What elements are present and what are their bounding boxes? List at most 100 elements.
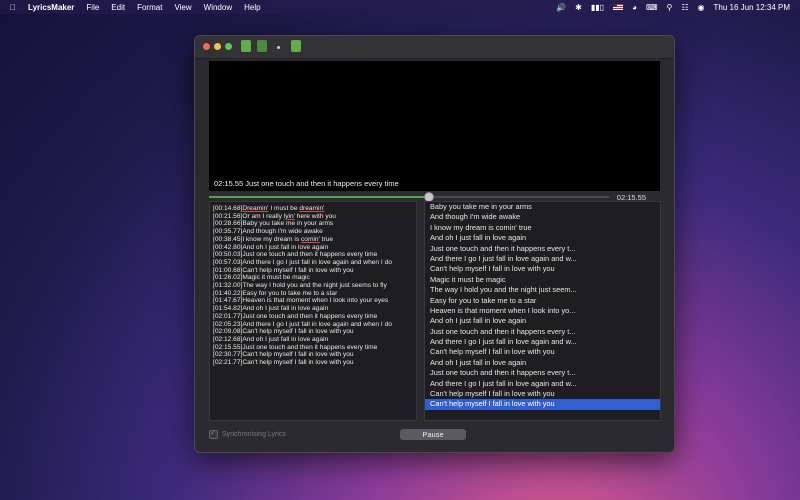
- sync-label: Synchronising Lyrics: [222, 431, 286, 438]
- video-preview: 02:15.55 Just one touch and then it happ…: [209, 61, 660, 191]
- lrc-line[interactable]: [02:01.77]Just one touch and then it hap…: [213, 313, 413, 321]
- search-icon[interactable]: ⚲: [666, 3, 672, 12]
- bluetooth-icon[interactable]: ✱: [575, 3, 582, 12]
- volume-icon[interactable]: 🔊: [556, 3, 566, 12]
- lrc-text: Easy for you to take me to a star: [242, 289, 338, 297]
- menu-view[interactable]: View: [174, 3, 191, 12]
- lrc-line[interactable]: [00:42.80]And oh I just fall in love aga…: [213, 244, 413, 252]
- lrc-timestamp: [02:30.77]: [213, 351, 243, 359]
- lrc-text: Just one touch and then it happens every…: [242, 312, 378, 320]
- control-center-icon[interactable]: ☷: [681, 3, 688, 12]
- lrc-line[interactable]: [01:00.68]Can't help myself I fall in lo…: [213, 267, 413, 275]
- lyric-list-item[interactable]: The way I hold you and the night just se…: [425, 285, 660, 295]
- wifi-icon[interactable]: ◕: [632, 3, 637, 12]
- lrc-line[interactable]: [01:26.02]Magic it must be magic: [213, 274, 413, 282]
- new-document-icon[interactable]: [241, 40, 251, 52]
- minimize-window-button[interactable]: [214, 43, 221, 50]
- lrc-line[interactable]: [00:28.66]Baby you take me in your arms: [213, 220, 413, 228]
- lrc-line[interactable]: [01:54.82]And oh I just fall in love aga…: [213, 305, 413, 313]
- lrc-text: And there I go I just fall in love again…: [242, 258, 392, 266]
- lrc-line[interactable]: [02:30.77]Can't help myself I fall in lo…: [213, 351, 413, 359]
- menu-format[interactable]: Format: [137, 3, 162, 12]
- lyric-list-item[interactable]: Can't help myself I fall in love with yo…: [425, 264, 660, 274]
- lrc-text: Can't help myself I fall in love with yo…: [242, 359, 354, 367]
- lrc-line[interactable]: [00:57.03]And there I go I just fall in …: [213, 259, 413, 267]
- apple-icon[interactable]: : [10, 3, 16, 12]
- lyric-list-item[interactable]: Magic it must be magic: [425, 275, 660, 285]
- lrc-text: Can't help myself I fall in love with yo…: [242, 266, 354, 274]
- lrc-line[interactable]: [00:21.56]Or am I really lyin' here with…: [213, 213, 413, 221]
- lrc-line[interactable]: [00:38.45]I know my dream is comin' true: [213, 236, 413, 244]
- lyric-list-item[interactable]: Heaven is that moment when I look into y…: [425, 306, 660, 316]
- lrc-text: Baby you take me in your arms: [242, 220, 334, 228]
- menu-edit[interactable]: Edit: [111, 3, 125, 12]
- title-bar[interactable]: [195, 36, 674, 59]
- lyric-list-item[interactable]: And oh I just fall in love again: [425, 233, 660, 243]
- lrc-timestamp: [00:57.03]: [213, 258, 243, 266]
- lrc-text: Can't help myself I fall in love with yo…: [242, 328, 354, 336]
- lyric-list-item[interactable]: Can't help myself I fall in love with yo…: [425, 389, 660, 399]
- lrc-editor[interactable]: [00:14.68]Dreamin' I must be dreamin' [00…: [209, 201, 417, 421]
- lyric-list-item[interactable]: Just one touch and then it happens every…: [425, 244, 660, 254]
- clock[interactable]: Thu 16 Jun 12:34 PM: [714, 3, 791, 12]
- menu-window[interactable]: Window: [204, 3, 232, 12]
- lrc-text: And though I'm wide awake: [242, 228, 323, 236]
- lyric-list-item[interactable]: Can't help myself I fall in love with yo…: [425, 347, 660, 357]
- lrc-line[interactable]: [00:50.03]Just one touch and then it hap…: [213, 251, 413, 259]
- lrc-timestamp: [02:01.77]: [213, 312, 243, 320]
- menu-app-name[interactable]: LyricsMaker: [28, 3, 74, 12]
- lrc-line[interactable]: [01:32.00]The way I hold you and the nig…: [213, 282, 413, 290]
- lrc-line[interactable]: [02:12.68]And oh I just fall in love aga…: [213, 336, 413, 344]
- lyric-list-item[interactable]: And though I'm wide awake: [425, 212, 660, 222]
- zoom-window-button[interactable]: [225, 43, 232, 50]
- lrc-text: Dreamin': [242, 205, 269, 212]
- menu-bar-left:  LyricsMaker File Edit Format View Wind…: [0, 3, 273, 12]
- lyric-list-item[interactable]: I know my dream is comin' true: [425, 223, 660, 233]
- lyric-list-item[interactable]: And oh I just fall in love again: [425, 316, 660, 326]
- lyric-list-item[interactable]: Easy for you to take me to a star: [425, 296, 660, 306]
- lyric-list-item[interactable]: Just one touch and then it happens every…: [425, 368, 660, 378]
- input-source-flag-icon[interactable]: [613, 4, 624, 10]
- menu-help[interactable]: Help: [244, 3, 260, 12]
- sync-checkbox: [209, 429, 218, 439]
- lrc-timestamp: [02:05.23]: [213, 320, 243, 328]
- lyric-list-item[interactable]: Baby you take me in your arms: [425, 202, 660, 212]
- lrc-line[interactable]: [02:05.23]And there I go I just fall in …: [213, 321, 413, 329]
- lrc-line[interactable]: [02:21.77]Can't help myself I fall in lo…: [213, 359, 413, 367]
- lyric-list-item[interactable]: Can't help myself I fall in love with yo…: [425, 399, 660, 410]
- lyric-list-item[interactable]: And there I go I just fall in love again…: [425, 337, 660, 347]
- lrc-text: Heaven is that moment when I look into y…: [242, 297, 389, 305]
- slider-fill: [209, 196, 429, 198]
- lrc-line[interactable]: [00:35.77]And though I'm wide awake: [213, 228, 413, 236]
- lrc-text: lyin': [283, 212, 295, 220]
- keyboard-icon[interactable]: ⌨: [646, 3, 658, 12]
- lyric-list-item[interactable]: And there I go I just fall in love again…: [425, 254, 660, 264]
- lrc-text: And oh I just fall in love again: [242, 305, 329, 313]
- lrc-timestamp: [00:35.77]: [213, 228, 243, 236]
- lrc-line[interactable]: [00:14.68]Dreamin' I must be dreamin': [213, 205, 413, 213]
- pause-button[interactable]: Pause: [400, 429, 466, 440]
- lyrics-line-list[interactable]: Baby you take me in your arms And though …: [424, 201, 661, 421]
- lrc-line[interactable]: [01:40.22]Easy for you to take me to a s…: [213, 290, 413, 298]
- lrc-text: dreamin': [299, 205, 325, 212]
- lyric-list-item[interactable]: Just one touch and then it happens every…: [425, 327, 660, 337]
- siri-icon[interactable]: ◉: [698, 3, 705, 12]
- lrc-timestamp: [02:12.68]: [213, 335, 243, 343]
- lrc-text: comin': [300, 235, 320, 243]
- lrc-text: I must be: [268, 205, 300, 212]
- menu-file[interactable]: File: [86, 3, 99, 12]
- lyric-list-item[interactable]: And there I go I just fall in love again…: [425, 379, 660, 389]
- menu-bar:  LyricsMaker File Edit Format View Wind…: [0, 0, 800, 14]
- battery-icon[interactable]: ▮▮▯: [591, 3, 604, 12]
- app-window: 02:15.55 Just one touch and then it happ…: [194, 35, 675, 453]
- open-document-icon[interactable]: [257, 40, 267, 52]
- lyric-list-item[interactable]: And oh I just fall in love again: [425, 358, 660, 368]
- lrc-text: And oh I just fall in love again: [242, 243, 329, 251]
- menu-bar-extras: 🔊 ✱ ▮▮▯ ◕ ⌨ ⚲ ☷ ◉ Thu 16 Jun 12:34 PM: [547, 0, 790, 14]
- lrc-line[interactable]: [01:47.67]Heaven is that moment when I l…: [213, 297, 413, 305]
- lrc-line[interactable]: [02:09.08]Can't help myself I fall in lo…: [213, 328, 413, 336]
- lrc-line[interactable]: [02:15.55]Just one touch and then it hap…: [213, 344, 413, 352]
- export-document-icon[interactable]: [291, 40, 301, 52]
- lrc-timestamp: [00:14.68]: [213, 205, 243, 212]
- close-window-button[interactable]: [203, 43, 210, 50]
